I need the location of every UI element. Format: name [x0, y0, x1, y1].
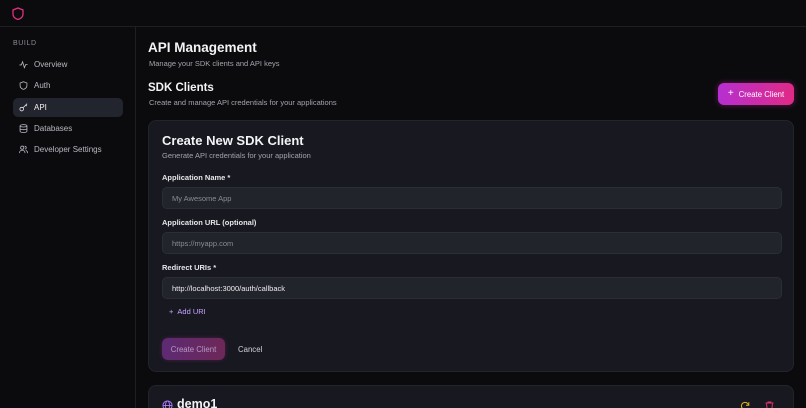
sidebar-item-label: API: [34, 102, 47, 112]
shield-logo-icon[interactable]: [12, 7, 24, 20]
page-subtitle: Manage your SDK clients and API keys: [149, 59, 280, 68]
trash-icon[interactable]: [765, 401, 774, 408]
main-content: API Management Manage your SDK clients a…: [136, 27, 806, 408]
sidebar-item-auth[interactable]: Auth: [13, 76, 123, 95]
add-uri-label: Add URI: [177, 307, 206, 316]
form-title: Create New SDK Client: [162, 133, 304, 148]
key-icon: [19, 103, 28, 111]
sidebar-item-databases[interactable]: Databases: [13, 119, 123, 138]
redirect-uri-input[interactable]: http://localhost:3000/auth/callback: [162, 277, 782, 299]
section-title: SDK Clients: [148, 82, 214, 94]
add-uri-button[interactable]: + Add URI: [169, 307, 206, 316]
refresh-icon[interactable]: [740, 401, 750, 408]
shield-icon: [19, 81, 28, 91]
app-url-input[interactable]: https://myapp.com: [162, 232, 782, 254]
sidebar-item-label: Developer Settings: [34, 145, 102, 155]
sidebar: BUILD Overview Auth API Databases Develo…: [0, 27, 136, 408]
create-client-form: Create New SDK Client Generate API crede…: [148, 120, 794, 372]
app-name-input[interactable]: My Awesome App: [162, 187, 782, 209]
sidebar-item-label: Auth: [34, 81, 51, 91]
plus-icon: +: [727, 88, 734, 99]
globe-icon: [162, 400, 173, 408]
sidebar-item-overview[interactable]: Overview: [13, 55, 123, 74]
page-title: API Management: [148, 40, 257, 55]
create-client-button-label: Create Client: [738, 89, 785, 99]
app-name-label: Application Name *: [162, 173, 231, 182]
activity-icon: [19, 60, 28, 69]
plus-icon: +: [169, 307, 174, 316]
redirect-uri-value: http://localhost:3000/auth/callback: [172, 283, 285, 293]
submit-create-client-button[interactable]: Create Client: [162, 338, 225, 360]
app-name-placeholder: My Awesome App: [172, 193, 232, 203]
sidebar-section-label: BUILD: [13, 40, 37, 47]
app-url-placeholder: https://myapp.com: [172, 238, 234, 248]
cancel-button[interactable]: Cancel: [238, 338, 262, 360]
create-client-button[interactable]: + Create Client: [718, 83, 794, 105]
app-url-label: Application URL (optional): [162, 218, 257, 227]
client-card: demo1: [148, 385, 794, 408]
top-bar: [0, 0, 806, 27]
redirect-uris-label: Redirect URIs *: [162, 263, 217, 272]
database-icon: [19, 124, 28, 133]
client-name: demo1: [177, 397, 218, 408]
users-icon: [19, 145, 28, 154]
sidebar-item-label: Overview: [34, 60, 68, 69]
section-subtitle: Create and manage API credentials for yo…: [149, 98, 337, 107]
sidebar-item-api[interactable]: API: [13, 97, 123, 117]
sidebar-item-developer-settings[interactable]: Developer Settings: [13, 140, 123, 159]
sidebar-item-label: Databases: [34, 123, 73, 133]
sidebar-nav: Overview Auth API Databases Developer Se…: [13, 55, 123, 161]
form-subtitle: Generate API credentials for your applic…: [162, 151, 311, 160]
